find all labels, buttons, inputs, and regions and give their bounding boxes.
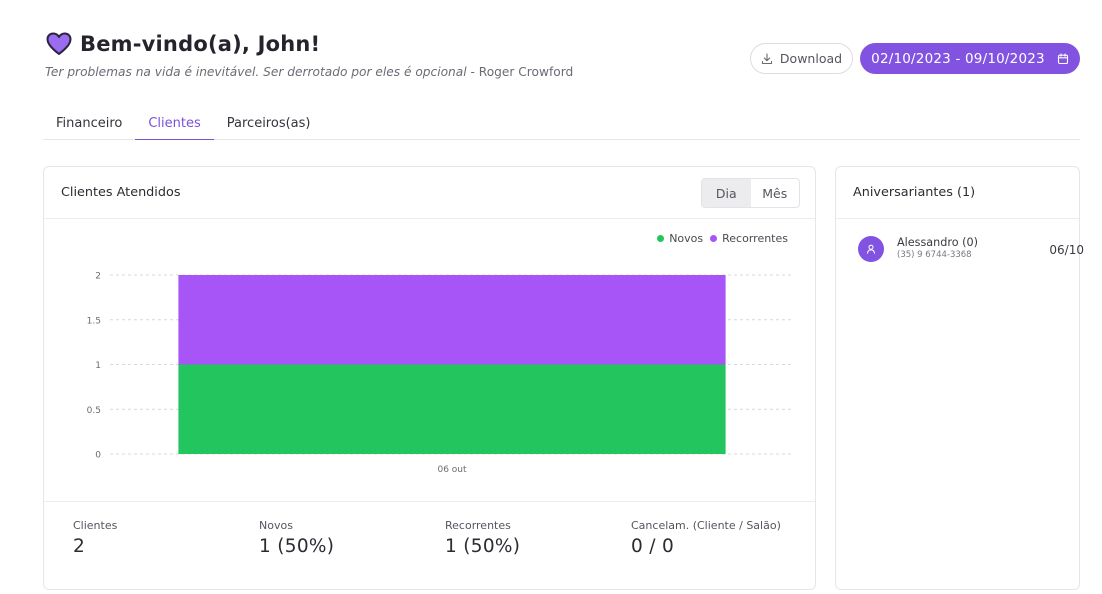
stat-label: Novos [259, 519, 293, 532]
quote-text: Ter problemas na vida é inevitável. Ser … [45, 65, 467, 79]
user-icon [867, 244, 875, 254]
heart-icon [46, 32, 72, 55]
card-header: Clientes Atendidos Dia Mês [44, 167, 815, 219]
stat-cancelamentos: Cancelam. (Cliente / Salão) 0 / 0 [631, 519, 781, 557]
date-range-label: 02/10/2023 - 09/10/2023 [871, 50, 1045, 67]
tab-clientes[interactable]: Clientes [135, 107, 214, 140]
bar-novos [178, 364, 726, 454]
download-icon [761, 52, 772, 64]
y-tick-label: 2 [95, 272, 101, 282]
card-title: Clientes Atendidos [61, 185, 181, 200]
birthday-list-item[interactable]: Alessandro (0) (35) 9 6744-3368 06/10 [858, 236, 1084, 266]
download-button[interactable]: Download [750, 43, 853, 74]
stat-value: 2 [73, 536, 86, 557]
stats-row: Clientes 2 Novos 1 (50%) Recorrentes 1 (… [44, 501, 815, 590]
quote-line: Ter problemas na vida é inevitável. Ser … [45, 65, 573, 79]
bar-recorrentes [178, 275, 726, 365]
stat-value: 0 / 0 [631, 536, 675, 557]
stat-recorrentes: Recorrentes 1 (50%) [445, 519, 520, 557]
toggle-dia[interactable]: Dia [702, 179, 751, 207]
stacked-bar-chart: 0 0.5 1 1.5 2 06 out [87, 272, 794, 475]
page-header: Bem-vindo(a), John! Ter problemas na vid… [45, 32, 573, 79]
clientes-atendidos-card: Clientes Atendidos Dia Mês Novos Recorre… [43, 166, 816, 590]
card-header: Aniversariantes (1) [836, 167, 1079, 219]
quote-author: - Roger Crowford [466, 65, 574, 79]
person-name: Alessandro (0) [897, 236, 978, 249]
y-tick-label: 0.5 [87, 406, 101, 416]
tab-parceiros[interactable]: Parceiros(as) [214, 107, 324, 140]
card-title: Aniversariantes (1) [853, 185, 976, 200]
y-tick-label: 1.5 [87, 316, 101, 326]
stat-value: 1 (50%) [445, 536, 521, 557]
x-tick-label: 06 out [437, 465, 467, 475]
title-row: Bem-vindo(a), John! [45, 32, 573, 56]
chart-area: Novos Recorrentes 0 0.5 1 1.5 2 06 out [44, 220, 815, 502]
aniversariantes-card: Aniversariantes (1) Alessandro (0) (35) … [835, 166, 1084, 590]
page-title: Bem-vindo(a), John! [80, 32, 321, 56]
tab-financeiro[interactable]: Financeiro [43, 107, 135, 140]
period-toggle: Dia Mês [701, 178, 800, 208]
stat-value: 1 (50%) [259, 536, 335, 557]
calendar-icon [1057, 52, 1068, 64]
toggle-mes[interactable]: Mês [751, 179, 800, 207]
stat-novos: Novos 1 (50%) [259, 519, 334, 557]
y-tick-label: 1 [95, 361, 101, 371]
stat-label: Cancelam. (Cliente / Salão) [631, 519, 781, 532]
date-range-picker[interactable]: 02/10/2023 - 09/10/2023 [860, 43, 1080, 74]
stat-label: Recorrentes [445, 519, 511, 532]
person-phone: (35) 9 6744-3368 [897, 250, 972, 260]
y-tick-label: 0 [95, 451, 101, 461]
avatar [858, 236, 884, 262]
stat-label: Clientes [73, 519, 118, 532]
birthday-date: 06/10 [1049, 243, 1084, 257]
stat-clientes: Clientes 2 [73, 519, 117, 557]
download-label: Download [779, 51, 843, 66]
tab-bar: Financeiro Clientes Parceiros(as) [43, 107, 1080, 140]
